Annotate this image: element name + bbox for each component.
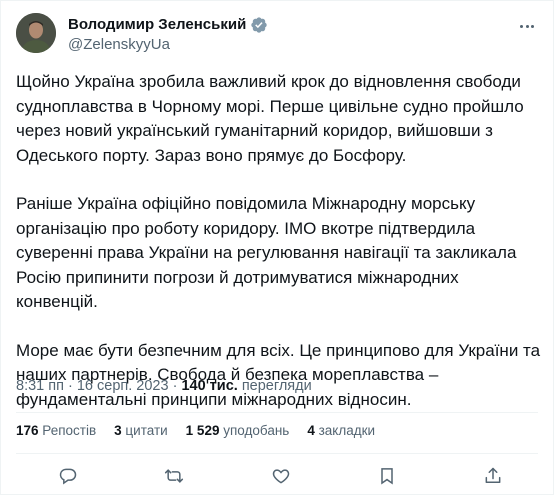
share-icon[interactable]: [481, 464, 505, 488]
tweet-paragraph: Щойно Україна зробила важливий крок до в…: [16, 72, 524, 165]
views-label: перегляди: [241, 378, 312, 394]
tweet-date[interactable]: 16 серп. 2023: [77, 378, 169, 394]
author-handle[interactable]: @ZelenskyyUa: [68, 35, 170, 55]
quotes-stat[interactable]: 3 цитати: [114, 423, 168, 438]
divider: [16, 453, 538, 454]
tweet-meta: 8:31 пп · 16 серп. 2023 · 140 тис. перег…: [16, 376, 312, 396]
bookmark-icon[interactable]: [375, 464, 399, 488]
like-icon[interactable]: [269, 464, 293, 488]
more-icon[interactable]: [516, 15, 538, 37]
divider: [16, 412, 538, 413]
tweet-card: Володимир Зеленський @ZelenskyyUa Щойно …: [0, 0, 554, 495]
repost-icon[interactable]: [162, 464, 186, 488]
avatar[interactable]: [16, 13, 56, 53]
tweet-time[interactable]: 8:31 пп: [16, 378, 64, 394]
bookmarks-stat[interactable]: 4 закладки: [307, 423, 375, 438]
reposts-stat[interactable]: 176 Репостів: [16, 423, 96, 438]
tweet-header: Володимир Зеленський @ZelenskyyUa: [16, 13, 538, 57]
meta-separator: ·: [68, 378, 77, 394]
author-row: Володимир Зеленський: [68, 15, 268, 35]
author-name[interactable]: Володимир Зеленський: [68, 15, 246, 35]
verified-badge-icon: [251, 17, 267, 33]
reply-icon[interactable]: [56, 464, 80, 488]
tweet-paragraph: Раніше Україна офіційно повідомила Міжна…: [16, 194, 517, 311]
engagement-stats: 176 Репостів 3 цитати 1 529 уподобань 4 …: [16, 423, 375, 438]
views-count: 140 тис.: [181, 378, 238, 394]
action-bar: [56, 463, 505, 489]
likes-stat[interactable]: 1 529 уподобань: [186, 423, 290, 438]
